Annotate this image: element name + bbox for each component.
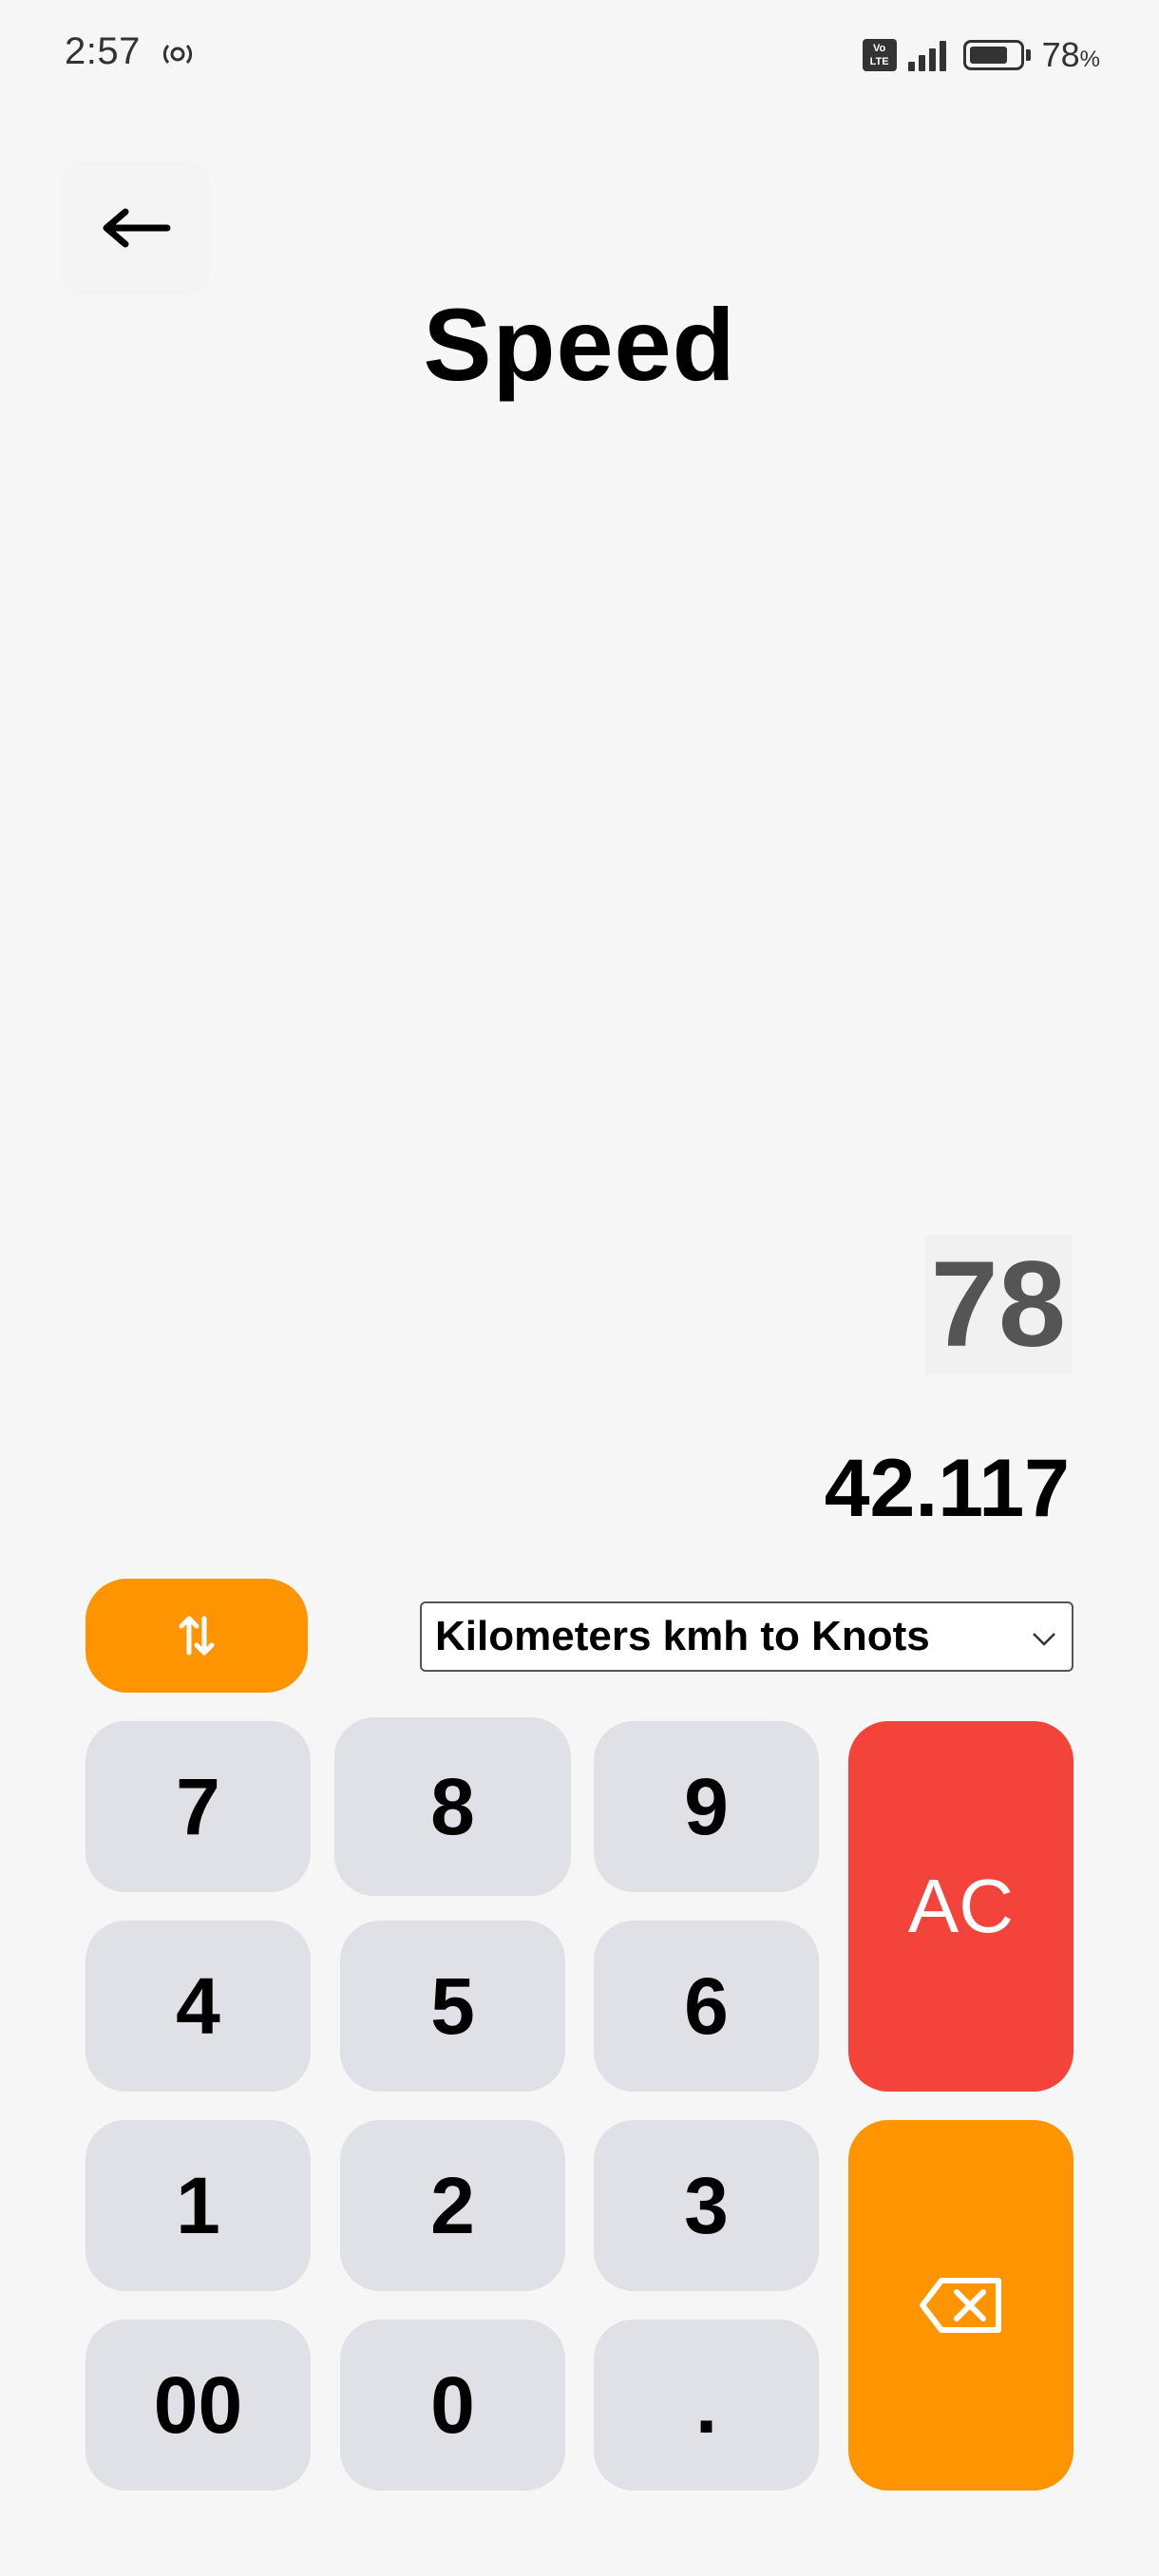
key-1[interactable]: 1 xyxy=(86,2120,311,2291)
key-0[interactable]: 0 xyxy=(340,2320,565,2491)
input-value: 78 xyxy=(924,1235,1072,1374)
key-8[interactable]: 8 xyxy=(334,1717,571,1896)
key-2[interactable]: 2 xyxy=(340,2120,565,2291)
key-9[interactable]: 9 xyxy=(594,1721,819,1892)
battery-icon xyxy=(962,40,1031,70)
back-button[interactable] xyxy=(59,161,211,294)
volte-icon: Vo LTE xyxy=(862,39,897,71)
result-value: 42.117 xyxy=(824,1443,1070,1534)
key-4[interactable]: 4 xyxy=(86,1921,311,2092)
status-time: 2:57 xyxy=(65,30,141,72)
arrow-left-icon xyxy=(103,208,171,248)
key-decimal[interactable]: . xyxy=(594,2320,819,2491)
signal-icon xyxy=(907,41,946,71)
clear-button[interactable]: AC xyxy=(848,1721,1074,2092)
page-title: Speed xyxy=(423,287,736,402)
chevron-down-icon xyxy=(1033,1633,1055,1646)
key-6[interactable]: 6 xyxy=(594,1921,819,2092)
key-7[interactable]: 7 xyxy=(86,1721,311,1892)
conversion-select[interactable]: Kilometers kmh to Knots xyxy=(420,1601,1074,1672)
status-icons: Vo LTE 78% xyxy=(862,32,1100,78)
key-3[interactable]: 3 xyxy=(594,2120,819,2291)
backspace-icon xyxy=(919,2278,1001,2333)
battery-percent: 78% xyxy=(1041,35,1100,74)
conversion-select-value: Kilometers kmh to Knots xyxy=(435,1613,930,1659)
backspace-button[interactable] xyxy=(848,2120,1074,2491)
swap-vertical-icon xyxy=(179,1616,215,1656)
key-5[interactable]: 5 xyxy=(340,1921,565,2092)
hotspot-icon xyxy=(162,44,193,65)
swap-units-button[interactable] xyxy=(86,1579,308,1693)
key-00[interactable]: 00 xyxy=(86,2320,311,2491)
